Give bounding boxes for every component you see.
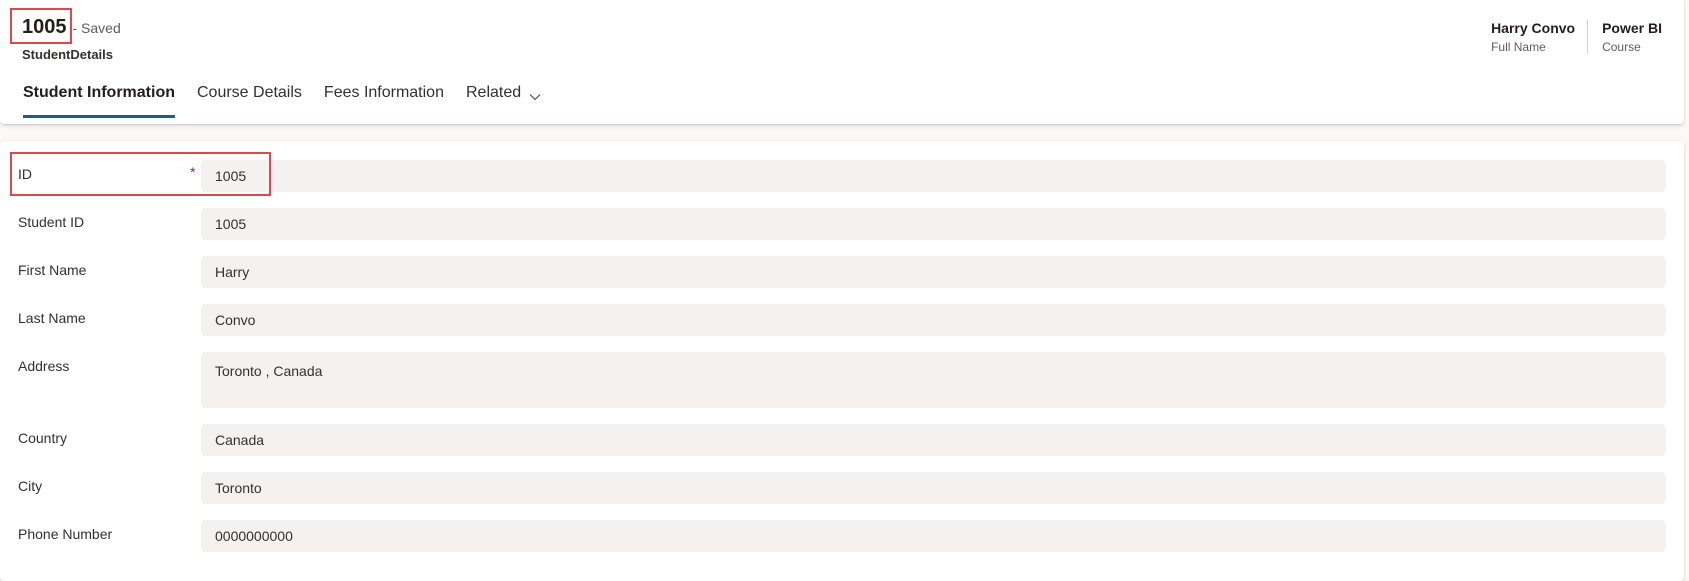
field-label-address: Address [18, 358, 70, 374]
header-field-course: Power BI Course [1587, 20, 1662, 54]
header-fields: Harry Convo Full Name Power BI Course [1491, 20, 1662, 54]
entity-name: StudentDetails [22, 47, 114, 62]
field-label-city: City [18, 478, 43, 494]
required-indicator: * [190, 164, 196, 180]
field-label-country: Country [18, 430, 68, 446]
field-label-id: ID [18, 166, 32, 182]
tab-course-details[interactable]: Course Details [197, 80, 302, 118]
header-field-full-name: Harry Convo Full Name [1491, 20, 1587, 54]
header-field-label: Course [1602, 40, 1641, 54]
country-input[interactable] [201, 424, 1666, 456]
tab-label: Student Information [23, 84, 175, 101]
tab-fees-information[interactable]: Fees Information [324, 80, 444, 118]
tab-label: Related [465, 84, 522, 101]
saved-status: - Saved [72, 20, 121, 36]
header-field-value: Power BI [1602, 20, 1662, 36]
tab-label: Course Details [196, 84, 302, 101]
field-label-first-name: First Name [18, 262, 87, 278]
record-title: 1005 [22, 16, 67, 38]
student-form: ID * Student ID First Name Last Name Add… [0, 141, 1684, 581]
tab-related[interactable]: Related [466, 80, 541, 118]
tab-label: Fees Information [323, 84, 444, 101]
field-label-student-id: Student ID [18, 214, 85, 230]
student-id-input[interactable] [201, 208, 1666, 240]
chevron-down-icon [529, 88, 541, 106]
field-label-last-name: Last Name [18, 310, 86, 326]
address-textarea[interactable]: Toronto , Canada [201, 352, 1666, 408]
tab-list: Student Information Course Details Fees … [23, 80, 563, 118]
record-header: 1005 - Saved StudentDetails Harry Convo … [0, 0, 1684, 124]
last-name-input[interactable] [201, 304, 1666, 336]
id-input[interactable] [201, 160, 1666, 192]
phone-number-input[interactable] [201, 520, 1666, 552]
record-title-area: 1005 - Saved [22, 16, 121, 39]
field-label-phone-number: Phone Number [18, 526, 113, 542]
header-field-value: Harry Convo [1491, 20, 1576, 36]
first-name-input[interactable] [201, 256, 1666, 288]
tab-student-information[interactable]: Student Information [23, 80, 175, 118]
city-input[interactable] [201, 472, 1666, 504]
header-field-label: Full Name [1491, 40, 1546, 54]
